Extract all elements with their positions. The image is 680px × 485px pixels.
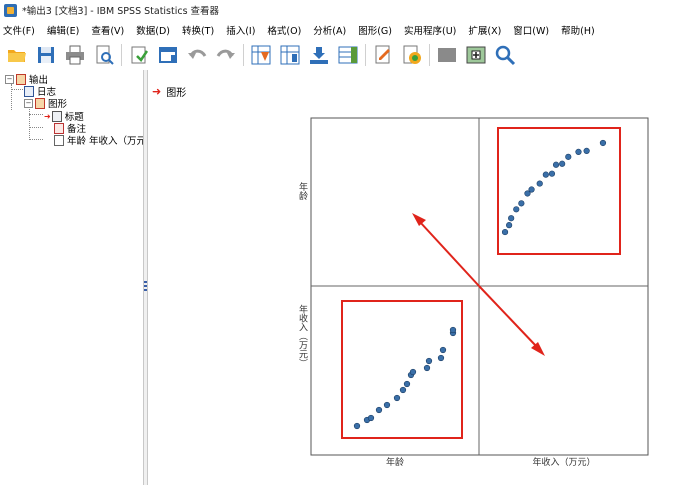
scatter-point [425,357,433,365]
scatter-point [548,170,556,177]
scatter-matrix-chart[interactable]: 年龄年收入（万元）年龄 年收入（万元） [0,0,680,485]
scatter-point [506,222,513,229]
scatter-point [403,380,411,388]
scatter-point [559,160,566,167]
scatter-point [423,364,431,372]
scatter-point [437,354,445,362]
row-label-bottom: 年收入（万元） [297,303,308,367]
scatter-point [552,161,560,168]
scatter-point [518,200,525,207]
scatter-point [399,386,407,394]
scatter-point [353,422,361,430]
scatter-point [542,171,549,178]
scatter-point [575,148,582,155]
scatter-point [409,368,417,376]
scatter-point [536,180,543,187]
row-label-top: 年龄 [297,181,308,201]
column-label-left: 年龄 [386,456,404,468]
scatter-point [393,394,401,402]
scatter-point [508,215,515,222]
column-label-right: 年收入（万元） [532,456,595,468]
scatter-point [513,206,520,213]
scatter-point [528,186,535,193]
scatter-point [501,228,509,236]
scatter-point [583,147,590,154]
scatter-point [599,139,607,147]
scatter-point [375,406,383,414]
scatter-point [367,414,375,422]
scatter-point [449,326,457,334]
scatter-point [439,346,447,354]
scatter-point [565,153,572,160]
scatter-point [383,401,391,409]
